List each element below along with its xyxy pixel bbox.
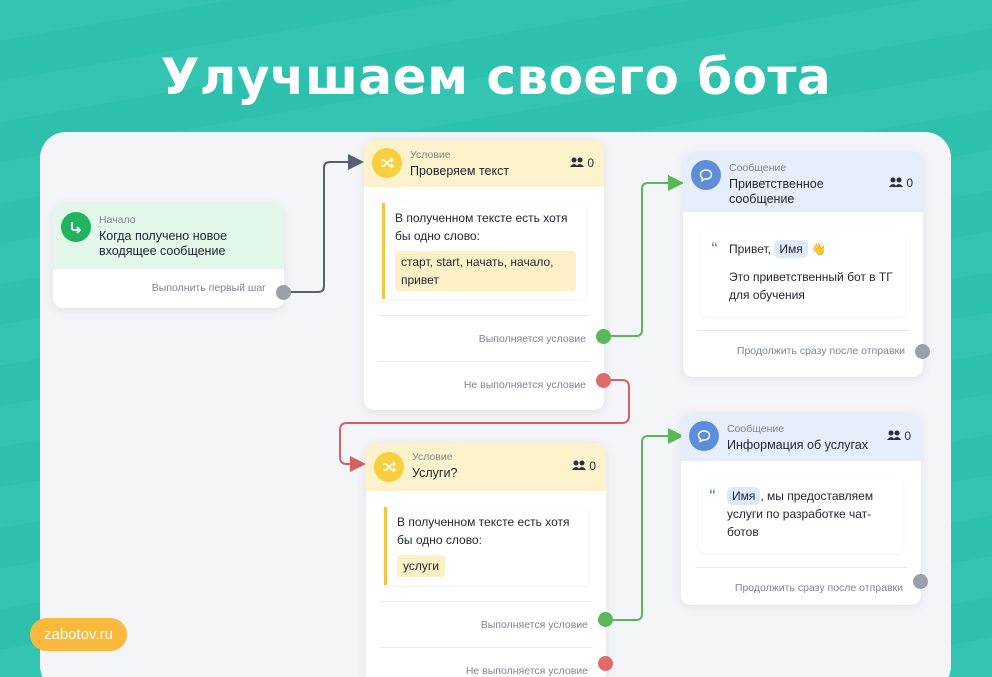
cond2-no-port[interactable]: [598, 656, 613, 671]
users-icon: [570, 156, 585, 170]
message-preview: “ Привет, Имя 👋 Это приветственный бот в…: [701, 230, 905, 316]
message-node-welcome[interactable]: Сообщение Приветственное сообщение 0 “ П…: [683, 152, 923, 377]
start-footer: Выполнить первый шаг: [67, 269, 270, 307]
yes-branch-label: Выполняется условие: [480, 618, 588, 631]
continue-row: Продолжить сразу после отправки: [695, 567, 907, 605]
arrow-turn-icon: [61, 212, 91, 242]
start-node-header: Начало Когда получено новое входящее соо…: [53, 204, 284, 269]
condition-text: В полученном тексте есть хотя бы одно сл…: [395, 211, 568, 243]
no-branch-row: Не выполняется условие: [380, 647, 592, 677]
users-icon: [889, 176, 904, 190]
node-title: Когда получено новое входящее сообщение: [99, 229, 227, 258]
link-cond2-yes-to-msg2: [606, 428, 684, 621]
shuffle-icon: [372, 148, 402, 178]
quote-icon: “: [709, 486, 716, 502]
shuffle-icon: [374, 452, 404, 482]
yes-branch-label: Выполняется условие: [478, 332, 586, 345]
condition-node-check-text[interactable]: Условие Проверяем текст 0 В полученном т…: [364, 140, 604, 410]
users-icon: [887, 429, 902, 443]
message-preview: “ Имя, мы предоставляем услуги по разраб…: [699, 477, 903, 553]
cond1-yes-port[interactable]: [596, 329, 611, 344]
link-start-to-cond1: [284, 154, 364, 293]
count-value: 0: [589, 459, 596, 473]
condition-header: Условие Проверяем текст 0: [364, 140, 604, 187]
message-header: Сообщение Приветственное сообщение 0: [683, 152, 923, 212]
yes-branch-row: Выполняется условие: [378, 315, 590, 361]
msg2-output-port[interactable]: [913, 574, 928, 589]
variable-chip-name: Имя: [727, 487, 761, 505]
subscriber-count: 0: [889, 176, 913, 190]
chat-bubble-icon: [691, 160, 721, 190]
start-output-port[interactable]: [276, 285, 291, 300]
continue-row: Продолжить сразу после отправки: [697, 330, 909, 370]
count-value: 0: [906, 176, 913, 190]
condition-rule: В полученном тексте есть хотя бы одно сл…: [384, 507, 588, 585]
message-line-1: Привет, Имя 👋: [729, 240, 895, 258]
brand-badge[interactable]: zabotov.ru: [30, 618, 127, 651]
count-value: 0: [904, 429, 911, 443]
node-title: Приветственное сообщение: [729, 177, 824, 206]
node-type-label: Сообщение: [729, 162, 787, 174]
count-value: 0: [587, 156, 594, 170]
message-node-services-info[interactable]: Сообщение Информация об услугах 0 “ Имя,…: [681, 413, 921, 605]
quote-icon: “: [711, 239, 718, 255]
waving-hand-icon: 👋: [811, 242, 827, 256]
condition-keywords: старт, start, начать, начало, привет: [395, 251, 576, 291]
link-cond1-yes-to-msg1: [604, 175, 684, 337]
greeting-text: Привет,: [729, 242, 775, 256]
cond1-no-port[interactable]: [596, 373, 611, 388]
condition-rule: В полученном тексте есть хотя бы одно сл…: [382, 203, 586, 299]
msg1-output-port[interactable]: [915, 344, 930, 359]
no-branch-label: Не выполняется условие: [465, 664, 588, 677]
subscriber-count: 0: [887, 429, 911, 443]
variable-chip-name: Имя: [774, 240, 808, 258]
continue-label: Продолжить сразу после отправки: [734, 581, 903, 594]
node-title: Проверяем текст: [410, 164, 510, 178]
condition-text: В полученном тексте есть хотя бы одно сл…: [397, 515, 570, 547]
first-step-label: Выполнить первый шаг: [151, 282, 266, 294]
no-branch-row: Не выполняется условие: [378, 361, 590, 407]
no-branch-label: Не выполняется условие: [463, 378, 586, 391]
yes-branch-row: Выполняется условие: [380, 601, 592, 647]
node-title: Услуги?: [412, 466, 458, 480]
node-type-label: Условие: [410, 149, 451, 161]
subscriber-count: 0: [570, 156, 594, 170]
cond2-yes-port[interactable]: [598, 612, 613, 627]
start-node[interactable]: Начало Когда получено новое входящее соо…: [53, 204, 284, 308]
node-type-label: Сообщение: [727, 423, 785, 435]
node-title: Информация об услугах: [727, 438, 868, 452]
users-icon: [572, 459, 587, 473]
node-type-label: Условие: [412, 451, 453, 463]
continue-label: Продолжить сразу после отправки: [736, 344, 905, 357]
condition-header: Условие Услуги? 0: [366, 443, 606, 491]
condition-node-services[interactable]: Условие Услуги? 0 В полученном тексте ес…: [366, 443, 606, 677]
message-line-2: Это приветственный бот в ТГ для обучения: [729, 270, 893, 302]
node-type-label: Начало: [99, 214, 136, 226]
subscriber-count: 0: [572, 459, 596, 473]
chat-bubble-icon: [689, 421, 719, 451]
message-header: Сообщение Информация об услугах 0: [681, 413, 921, 461]
condition-keywords: услуги: [397, 555, 445, 577]
